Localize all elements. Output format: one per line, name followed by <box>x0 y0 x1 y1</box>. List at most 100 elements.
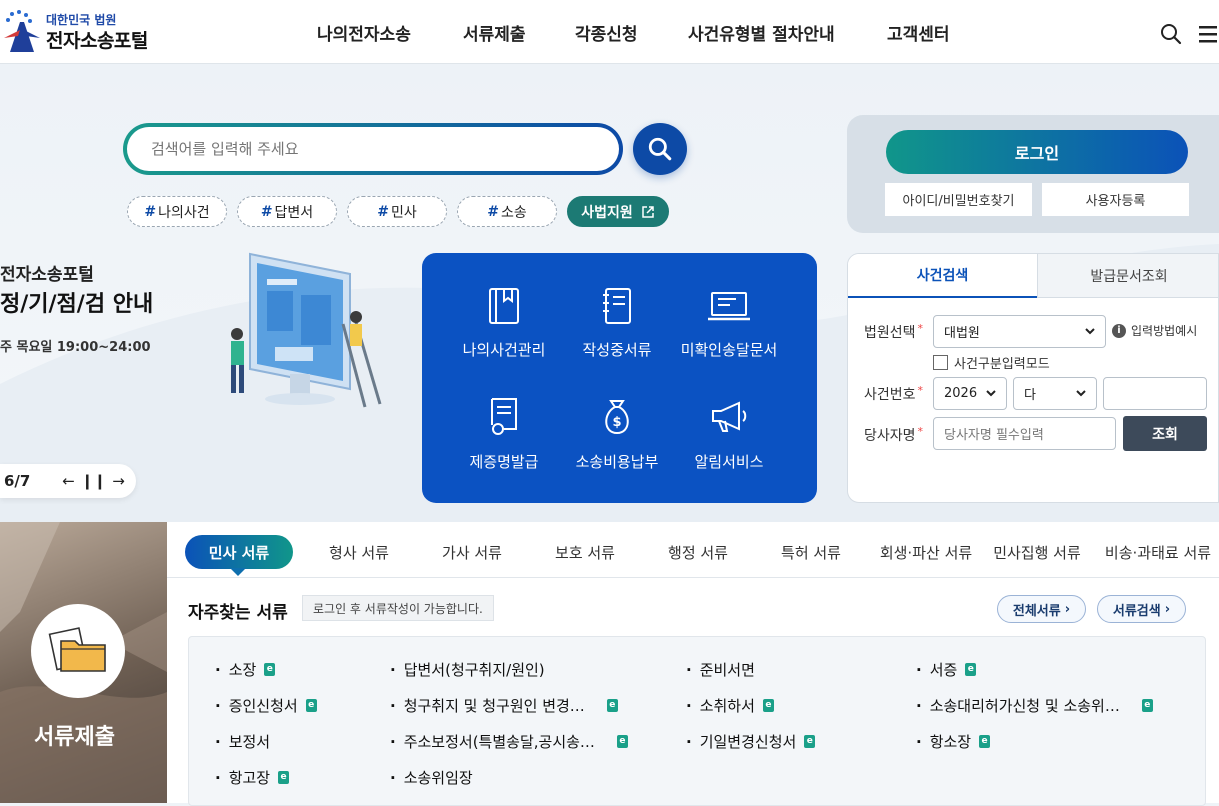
e-form-icon: e <box>1141 699 1153 712</box>
case-type-value: 다 <box>1024 388 1036 403</box>
quick-menu: 나의사건관리 작성중서류 미확인송달문서 제증명발급 $ 소송비용납부 알림서비… <box>422 253 817 503</box>
doc-label: 답변서(청구취지/원인) <box>403 661 545 679</box>
search-box <box>123 123 623 175</box>
quick-drafts[interactable]: 작성중서류 <box>552 285 682 360</box>
judicial-support-link[interactable]: 사법지원 <box>567 196 669 227</box>
party-name-input[interactable]: 당사자명 필수입력 <box>933 417 1116 450</box>
nav-customer-center[interactable]: 고객센터 <box>887 20 950 45</box>
doc-search-button[interactable]: 서류검색 › <box>1097 595 1186 623</box>
banner-schedule: 주 목요일 19:00~24:00 <box>0 340 151 355</box>
tag-civil[interactable]: # 민사 <box>347 196 447 227</box>
doc-item[interactable]: · 증인신청서 e <box>215 695 317 716</box>
tab-noncontentious-docs[interactable]: 비송·과태료 서류 <box>1097 535 1219 569</box>
case-type-select[interactable]: 다 <box>1013 377 1097 410</box>
doc-label: 소장 <box>228 661 257 679</box>
document-section: 민사 서류 형사 서류 가사 서류 보호 서류 행정 서류 특허 서류 회생·파… <box>167 522 1219 806</box>
site-logo[interactable]: 대한민국 법원 전자소송포털 <box>2 8 172 56</box>
nav-procedure-guide[interactable]: 사건유형별 절차안내 <box>688 20 835 45</box>
tab-patent-docs[interactable]: 특허 서류 <box>763 535 859 569</box>
tab-issued-docs[interactable]: 발급문서조회 <box>1037 254 1218 298</box>
doc-tab-bar: 민사 서류 형사 서류 가사 서류 보호 서류 행정 서류 특허 서류 회생·파… <box>167 522 1219 578</box>
nav-my-ecourt[interactable]: 나의전자소송 <box>317 20 411 45</box>
menu-icon[interactable] <box>1197 22 1219 46</box>
case-number-label: 사건번호 * <box>864 384 924 403</box>
tab-criminal-docs[interactable]: 형사 서류 <box>311 535 407 569</box>
tag-answer[interactable]: # 답변서 <box>237 196 337 227</box>
external-link-icon <box>642 205 654 218</box>
doc-label: 소취하서 <box>699 697 755 715</box>
checkbox-box <box>933 355 948 370</box>
case-search-panel: 사건검색 발급문서조회 법원선택 * 대법원 i 입력방법예시 사건구분입력모드 … <box>847 253 1219 503</box>
case-search-button[interactable]: 조회 <box>1123 416 1207 451</box>
frequent-docs-title: 자주찾는 서류 <box>188 603 288 623</box>
quick-label: 나의사건관리 <box>462 341 546 359</box>
header: 대한민국 법원 전자소송포털 나의전자소송 서류제출 각종신청 사건유형별 절차… <box>0 0 1219 64</box>
quick-unread-service[interactable]: 미확인송달문서 <box>664 285 794 360</box>
tag-my-case[interactable]: # 나의사건 <box>127 196 227 227</box>
tab-bankruptcy-docs[interactable]: 회생·파산 서류 <box>871 535 981 569</box>
prev-arrow-icon[interactable]: ← <box>56 472 81 490</box>
logo-title: 전자소송포털 <box>46 30 148 52</box>
doc-label: 주소보정서(특별송달,공시송… <box>403 733 595 751</box>
doc-item[interactable]: · 소송위임장 <box>390 767 473 788</box>
quick-notification[interactable]: 알림서비스 <box>664 395 794 472</box>
find-account-button[interactable]: 아이디/비밀번호찾기 <box>885 183 1032 216</box>
search-input-wrap <box>127 127 619 171</box>
e-form-icon: e <box>616 735 628 748</box>
tab-civil-execution-docs[interactable]: 민사집행 서류 <box>989 535 1085 569</box>
doc-item[interactable]: · 기일변경신청서 e <box>686 731 816 752</box>
e-form-icon: e <box>979 735 991 748</box>
search-button[interactable] <box>633 123 687 175</box>
nav-applications[interactable]: 각종신청 <box>575 20 638 45</box>
doc-item[interactable]: · 항고장 e <box>215 767 290 788</box>
doc-item[interactable]: · 답변서(청구취지/원인) <box>390 659 545 680</box>
tab-case-search[interactable]: 사건검색 <box>848 254 1037 298</box>
tag-lawsuit[interactable]: # 소송 <box>457 196 557 227</box>
e-form-icon: e <box>965 663 977 676</box>
quick-fee-payment[interactable]: $ 소송비용납부 <box>552 395 682 472</box>
tab-civil-docs[interactable]: 민사 서류 <box>185 535 293 569</box>
case-type-mode-checkbox[interactable]: 사건구분입력모드 <box>933 353 1050 372</box>
chevron-down-icon <box>986 390 996 397</box>
next-arrow-icon[interactable]: → <box>106 472 131 490</box>
quick-label: 소송비용납부 <box>575 453 659 471</box>
all-docs-button[interactable]: 전체서류 › <box>997 595 1086 623</box>
doc-item[interactable]: · 주소보정서(특별송달,공시송… e <box>390 731 628 752</box>
tab-protection-docs[interactable]: 보호 서류 <box>537 535 633 569</box>
doc-item[interactable]: · 서증 e <box>916 659 977 680</box>
all-docs-label: 전체서류 <box>1012 603 1061 619</box>
megaphone-icon <box>712 401 747 432</box>
register-button[interactable]: 사용자등록 <box>1042 183 1189 216</box>
doc-item[interactable]: · 항소장 e <box>916 731 991 752</box>
login-button[interactable]: 로그인 <box>886 130 1188 174</box>
tab-family-docs[interactable]: 가사 서류 <box>424 535 520 569</box>
input-help-link[interactable]: i 입력방법예시 <box>1112 322 1197 339</box>
nav-submit-docs[interactable]: 서류제출 <box>463 20 526 45</box>
tab-administrative-docs[interactable]: 행정 서류 <box>650 535 746 569</box>
court-select[interactable]: 대법원 <box>933 315 1106 348</box>
case-number-input[interactable] <box>1103 377 1207 410</box>
doc-item[interactable]: · 준비서면 <box>686 659 755 680</box>
search-icon <box>648 137 672 161</box>
court-label-text: 법원선택 <box>864 325 916 341</box>
pause-icon[interactable]: ❙❙ <box>81 472 106 490</box>
folder-circle <box>31 604 125 698</box>
year-select[interactable]: 2026 <box>933 377 1007 410</box>
e-form-icon: e <box>264 663 276 676</box>
money-bag-icon: $ <box>605 400 629 435</box>
quick-certificate[interactable]: 제증명발급 <box>439 395 569 472</box>
case-number-label-text: 사건번호 <box>864 387 916 403</box>
search-icon[interactable] <box>1159 22 1183 46</box>
folder-icon <box>48 627 106 672</box>
quick-my-case[interactable]: 나의사건관리 <box>439 285 569 360</box>
chevron-down-icon <box>1076 390 1086 397</box>
banner-pager: 6/7 ← ❙❙ → <box>0 464 136 498</box>
doc-item[interactable]: · 소장 e <box>215 659 276 680</box>
submit-docs-banner[interactable]: 서류제출 <box>0 522 167 803</box>
doc-item[interactable]: · 소취하서 e <box>686 695 774 716</box>
certificate-icon <box>491 398 517 435</box>
search-input[interactable] <box>149 139 619 159</box>
doc-item[interactable]: · 소송대리허가신청 및 소송위… e <box>916 695 1153 716</box>
doc-item[interactable]: · 보정서 <box>215 731 270 752</box>
doc-item[interactable]: · 청구취지 및 청구원인 변경… e <box>390 695 618 716</box>
